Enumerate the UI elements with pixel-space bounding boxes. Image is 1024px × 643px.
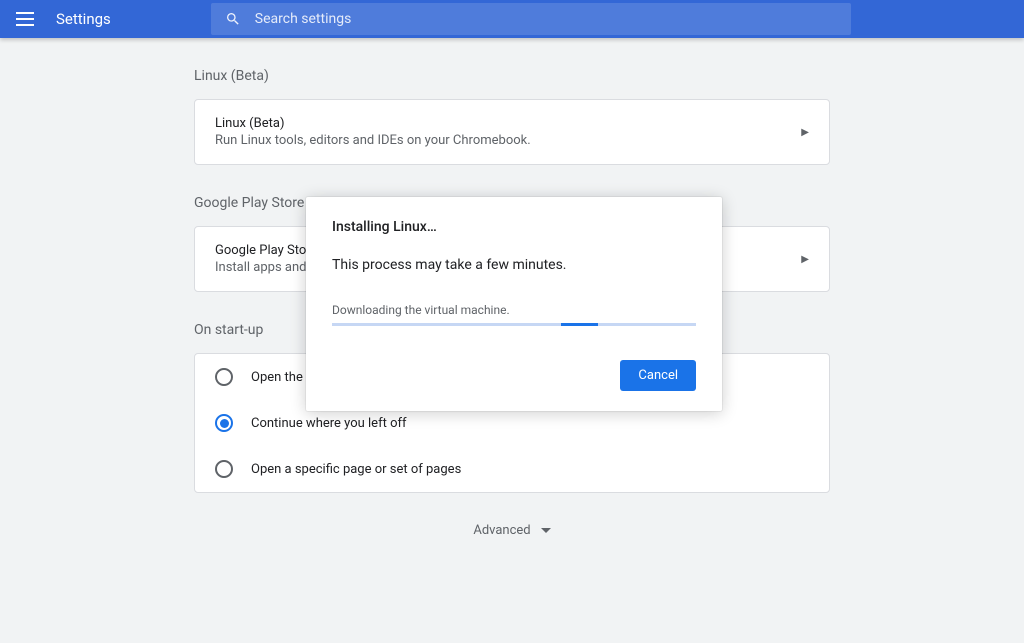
- search-icon: [225, 11, 241, 27]
- progress-indicator: [561, 323, 597, 326]
- dialog-status: Downloading the virtual machine.: [332, 303, 696, 317]
- section-heading-linux: Linux (Beta): [194, 68, 830, 84]
- linux-card: Linux (Beta) Run Linux tools, editors an…: [194, 99, 830, 165]
- progress-bar: [332, 323, 696, 326]
- chevron-right-icon: ▶: [801, 254, 809, 265]
- app-title: Settings: [56, 10, 111, 28]
- radio-icon: [215, 414, 233, 432]
- startup-option-label: Open a specific page or set of pages: [251, 462, 461, 477]
- radio-icon: [215, 368, 233, 386]
- cancel-button[interactable]: Cancel: [620, 360, 696, 391]
- app-header: Settings: [0, 0, 1024, 38]
- startup-option-label: Continue where you left off: [251, 416, 407, 431]
- caret-down-icon: [541, 528, 551, 533]
- advanced-toggle[interactable]: Advanced: [194, 523, 830, 538]
- advanced-label: Advanced: [473, 523, 530, 538]
- search-input[interactable]: [255, 11, 837, 27]
- linux-row-title: Linux (Beta): [215, 116, 531, 131]
- startup-option-2[interactable]: Open a specific page or set of pages: [195, 446, 829, 492]
- chevron-right-icon: ▶: [801, 127, 809, 138]
- linux-row-subtitle: Run Linux tools, editors and IDEs on you…: [215, 133, 531, 148]
- radio-icon: [215, 460, 233, 478]
- search-box[interactable]: [211, 3, 851, 35]
- hamburger-menu-icon[interactable]: [16, 12, 34, 26]
- dialog-title: Installing Linux…: [332, 219, 696, 235]
- dialog-body: This process may take a few minutes.: [332, 257, 696, 273]
- install-linux-dialog: Installing Linux… This process may take …: [306, 197, 722, 411]
- linux-row[interactable]: Linux (Beta) Run Linux tools, editors an…: [195, 100, 829, 164]
